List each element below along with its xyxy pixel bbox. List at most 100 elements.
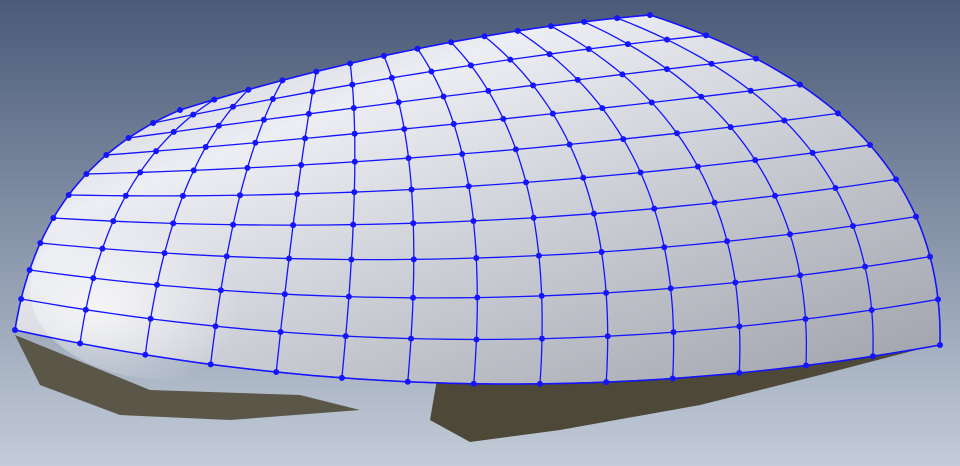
mesh-control-point[interactable] [448,39,455,46]
mesh-control-point[interactable] [862,263,869,270]
mesh-control-point[interactable] [869,353,876,360]
mesh-control-point[interactable] [309,88,316,95]
mesh-control-point[interactable] [724,238,731,245]
mesh-control-point[interactable] [350,105,357,112]
mesh-control-point[interactable] [260,116,267,123]
mesh-control-point[interactable] [351,158,358,165]
mesh-control-point[interactable] [664,36,671,43]
mesh-control-point[interactable] [603,379,610,386]
mesh-control-point[interactable] [459,150,466,157]
mesh-control-point[interactable] [215,122,222,129]
mesh-control-point[interactable] [395,99,402,106]
mesh-control-point[interactable] [298,162,305,169]
mesh-control-point[interactable] [428,68,435,75]
mesh-control-point[interactable] [585,45,592,52]
mesh-control-point[interactable] [603,289,610,296]
mesh-control-point[interactable] [348,256,355,263]
mesh-control-point[interactable] [673,130,680,137]
mesh-control-point[interactable] [342,333,349,340]
mesh-control-point[interactable] [349,81,356,88]
mesh-control-point[interactable] [137,169,144,176]
mesh-control-point[interactable] [350,221,357,228]
mesh-control-point[interactable] [410,256,417,263]
mesh-control-point[interactable] [530,82,537,89]
mesh-control-point[interactable] [580,174,587,181]
mesh-control-point[interactable] [536,380,543,387]
mesh-control-point[interactable] [703,32,709,39]
mesh-control-point[interactable] [535,252,542,259]
mesh-control-point[interactable] [868,307,875,314]
mesh-control-point[interactable] [485,87,492,94]
mesh-control-point[interactable] [512,146,519,153]
mesh-control-point[interactable] [245,86,252,93]
mesh-control-point[interactable] [440,93,447,100]
mesh-control-point[interactable] [522,179,529,186]
mesh-control-point[interactable] [410,220,417,227]
mesh-control-point[interactable] [747,87,754,94]
mesh-control-point[interactable] [410,294,417,301]
mesh-control-point[interactable] [530,214,537,221]
mesh-control-point[interactable] [99,245,106,252]
mesh-control-point[interactable] [500,115,507,122]
mesh-control-point[interactable] [90,275,97,282]
mesh-control-point[interactable] [937,342,943,348]
mesh-control-point[interactable] [470,217,477,224]
mesh-control-point[interactable] [698,93,705,100]
mesh-control-point[interactable] [281,291,288,298]
mesh-control-point[interactable] [849,222,856,229]
mesh-control-point[interactable] [211,96,218,103]
mesh-control-point[interactable] [380,52,387,59]
mesh-control-point[interactable] [927,253,933,260]
mesh-control-point[interactable] [474,294,481,301]
mesh-control-point[interactable] [661,244,668,251]
mesh-control-point[interactable] [566,141,573,148]
mesh-control-point[interactable] [170,220,177,227]
mesh-control-point[interactable] [244,164,251,171]
mesh-control-point[interactable] [26,267,33,273]
mesh-control-point[interactable] [147,315,154,322]
mesh-control-point[interactable] [202,144,209,151]
mesh-control-point[interactable] [470,380,477,387]
mesh-control-point[interactable] [279,77,286,84]
mesh-control-point[interactable] [50,215,57,221]
mesh-control-point[interactable] [604,333,611,340]
mesh-control-point[interactable] [338,374,345,381]
mesh-control-point[interactable] [465,183,472,190]
mesh-control-point[interactable] [620,136,627,143]
mesh-control-point[interactable] [732,279,739,286]
mesh-control-point[interactable] [190,167,197,174]
mesh-control-point[interactable] [546,51,553,58]
mesh-control-point[interactable] [122,192,129,199]
mesh-control-point[interactable] [670,329,677,336]
mesh-control-point[interactable] [590,210,597,217]
mesh-control-point[interactable] [935,296,941,303]
mesh-control-point[interactable] [832,185,839,192]
mesh-control-point[interactable] [624,41,631,48]
mesh-control-point[interactable] [507,56,514,63]
mesh-control-point[interactable] [212,323,219,330]
mesh-control-point[interactable] [669,375,676,382]
cad-viewport[interactable] [0,0,960,466]
mesh-control-point[interactable] [547,23,554,30]
mesh-control-point[interactable] [286,255,293,262]
mesh-control-point[interactable] [154,281,161,288]
mesh-control-point[interactable] [598,248,605,255]
mesh-control-point[interactable] [190,111,197,118]
mesh-control-point[interactable] [648,99,655,106]
mesh-control-point[interactable] [230,103,237,110]
mesh-control-point[interactable] [867,142,873,148]
mesh-control-point[interactable] [708,60,715,67]
mesh-control-point[interactable] [913,213,919,220]
mesh-control-point[interactable] [313,68,320,75]
mesh-control-point[interactable] [179,192,186,199]
mesh-control-point[interactable] [207,361,214,368]
mesh-control-point[interactable] [803,362,810,369]
mesh-control-point[interactable] [237,192,244,199]
mesh-control-point[interactable] [538,292,545,299]
mesh-control-point[interactable] [170,128,177,135]
mesh-control-point[interactable] [277,328,284,335]
mesh-control-point[interactable] [177,107,183,113]
mesh-control-point[interactable] [273,369,280,376]
mesh-control-point[interactable] [539,335,546,342]
mesh-control-point[interactable] [294,190,301,197]
